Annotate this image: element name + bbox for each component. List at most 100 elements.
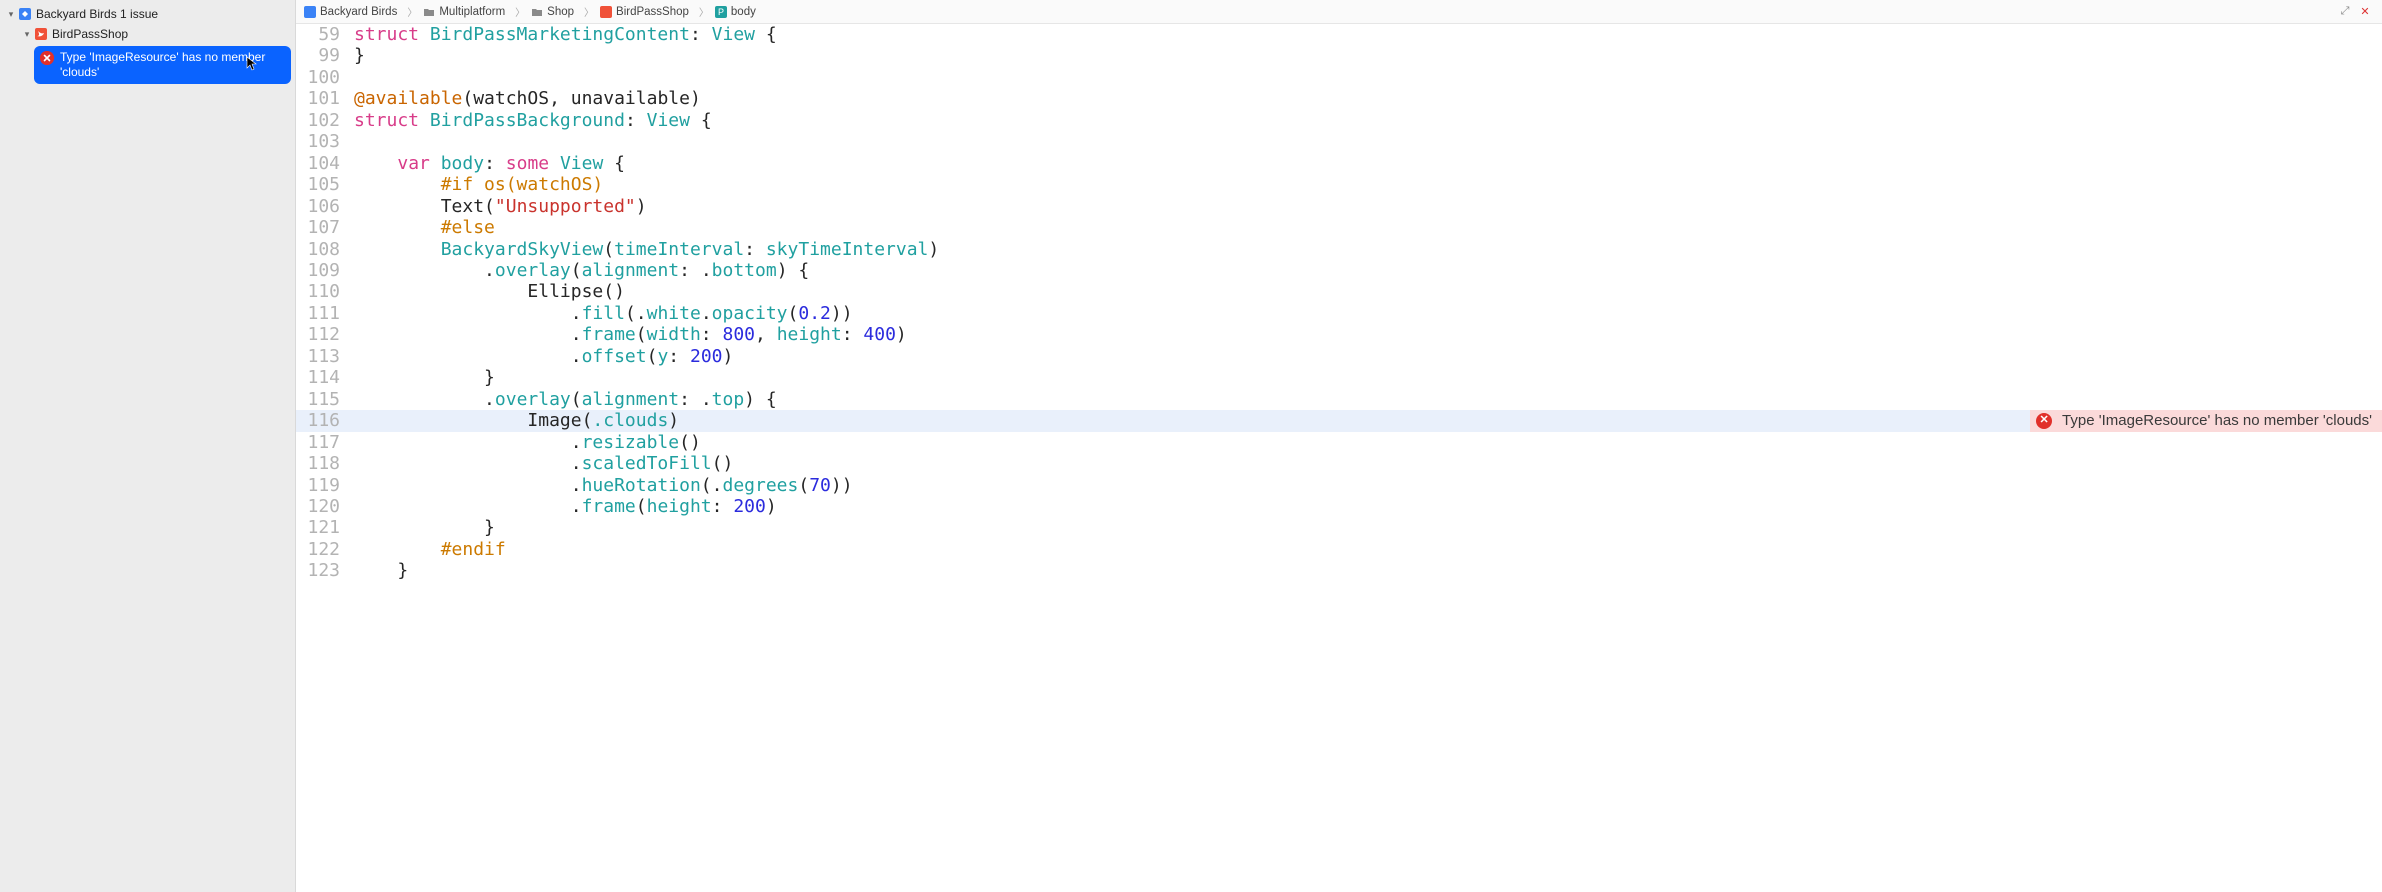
code-line[interactable]: 120 .frame(height: 200) [296, 496, 2382, 517]
code-content[interactable]: .overlay(alignment: .top) { [354, 389, 777, 410]
code-line[interactable]: 101@available(watchOS, unavailable) [296, 88, 2382, 109]
code-line[interactable]: 103 [296, 131, 2382, 152]
crumb-2[interactable]: Shop 〉 [531, 4, 600, 19]
code-content[interactable]: } [354, 560, 408, 581]
code-line[interactable]: 114 } [296, 367, 2382, 388]
crumb-1[interactable]: Multiplatform 〉 [423, 4, 531, 19]
project-issue-row[interactable]: ▾ Backyard Birds 1 issue [0, 4, 295, 24]
code-line[interactable]: 117 .resizable() [296, 432, 2382, 453]
code-line[interactable]: 110 Ellipse() [296, 281, 2382, 302]
code-content[interactable]: BackyardSkyView(timeInterval: skyTimeInt… [354, 239, 939, 260]
code-content[interactable]: struct BirdPassMarketingContent: View { [354, 24, 777, 45]
code-line[interactable]: 118 .scaledToFill() [296, 453, 2382, 474]
code-content[interactable]: struct BirdPassBackground: View { [354, 110, 712, 131]
chevron-down-icon[interactable]: ▾ [22, 29, 32, 39]
code-content[interactable]: #else [354, 217, 495, 238]
code-content[interactable]: Ellipse() [354, 281, 625, 302]
file-group-label: BirdPassShop [52, 27, 128, 41]
code-content[interactable]: .overlay(alignment: .bottom) { [354, 260, 809, 281]
code-content[interactable]: } [354, 367, 495, 388]
line-number: 115 [296, 389, 354, 410]
code-content[interactable]: #endif [354, 539, 506, 560]
line-number: 59 [296, 24, 354, 45]
inline-error-message: Type 'ImageResource' has no member 'clou… [2062, 410, 2372, 431]
code-content[interactable]: } [354, 517, 495, 538]
code-content[interactable]: .hueRotation(.degrees(70)) [354, 475, 853, 496]
code-line[interactable]: 107 #else [296, 217, 2382, 238]
issue-message: Type 'ImageResource' has no member 'clou… [60, 50, 283, 80]
swift-icon [600, 6, 612, 18]
crumb-label: Shop [547, 6, 574, 18]
expand-icon[interactable]: ⤢ [2338, 5, 2352, 19]
code-line[interactable]: 122 #endif [296, 539, 2382, 560]
code-line[interactable]: 115 .overlay(alignment: .top) { [296, 389, 2382, 410]
line-number: 117 [296, 432, 354, 453]
code-line[interactable]: 99} [296, 45, 2382, 66]
code-line[interactable]: 108 BackyardSkyView(timeInterval: skyTim… [296, 239, 2382, 260]
chevron-right-icon: 〉 [584, 4, 594, 19]
line-number: 123 [296, 560, 354, 581]
code-line[interactable]: 106 Text("Unsupported") [296, 196, 2382, 217]
code-content[interactable]: } [354, 45, 365, 66]
code-content[interactable]: .scaledToFill() [354, 453, 733, 474]
code-content[interactable]: .frame(height: 200) [354, 496, 777, 517]
chevron-down-icon[interactable]: ▾ [6, 9, 16, 19]
code-line[interactable]: 123 } [296, 560, 2382, 581]
code-editor[interactable]: 59struct BirdPassMarketingContent: View … [296, 24, 2382, 892]
crumb-label: BirdPassShop [616, 6, 689, 18]
line-number: 112 [296, 324, 354, 345]
property-icon: P [715, 6, 727, 18]
code-line[interactable]: 116 Image(.clouds) ✕Type 'ImageResource' … [296, 410, 2382, 431]
line-number: 118 [296, 453, 354, 474]
code-line[interactable]: 112 .frame(width: 800, height: 400) [296, 324, 2382, 345]
issue-navigator-sidebar: ▾ Backyard Birds 1 issue ▾ BirdPassShop … [0, 0, 296, 892]
crumb-4[interactable]: P body [715, 6, 756, 18]
code-line[interactable]: 119 .hueRotation(.degrees(70)) [296, 475, 2382, 496]
line-number: 105 [296, 174, 354, 195]
code-line[interactable]: 109 .overlay(alignment: .bottom) { [296, 260, 2382, 281]
code-line[interactable]: 105 #if os(watchOS) [296, 174, 2382, 195]
code-content[interactable]: #if os(watchOS) [354, 174, 603, 195]
inline-error-banner[interactable]: ✕Type 'ImageResource' has no member 'clo… [2030, 410, 2382, 431]
line-number: 104 [296, 153, 354, 174]
crumb-0[interactable]: Backyard Birds 〉 [304, 4, 423, 19]
file-group-row[interactable]: ▾ BirdPassShop [0, 24, 295, 44]
close-icon[interactable]: ✕ [2358, 5, 2372, 19]
chevron-right-icon: 〉 [407, 4, 417, 19]
line-number: 116 [296, 410, 354, 431]
code-line[interactable]: 111 .fill(.white.opacity(0.2)) [296, 303, 2382, 324]
code-content[interactable]: var body: some View { [354, 153, 625, 174]
line-number: 100 [296, 67, 354, 88]
code-content[interactable]: .resizable() [354, 432, 701, 453]
line-number: 113 [296, 346, 354, 367]
code-content[interactable]: .frame(width: 800, height: 400) [354, 324, 907, 345]
line-number: 110 [296, 281, 354, 302]
crumb-label: body [731, 6, 756, 18]
code-line[interactable]: 102struct BirdPassBackground: View { [296, 110, 2382, 131]
code-content[interactable]: @available(watchOS, unavailable) [354, 88, 701, 109]
line-number: 114 [296, 367, 354, 388]
swift-file-icon [34, 27, 48, 41]
code-content[interactable]: Image(.clouds) [354, 410, 679, 431]
line-number: 103 [296, 131, 354, 152]
chevron-right-icon: 〉 [515, 4, 525, 19]
issue-error-item[interactable]: Type 'ImageResource' has no member 'clou… [34, 46, 291, 84]
code-content[interactable]: Text("Unsupported") [354, 196, 647, 217]
code-line[interactable]: 113 .offset(y: 200) [296, 346, 2382, 367]
line-number: 107 [296, 217, 354, 238]
line-number: 120 [296, 496, 354, 517]
svg-text:P: P [718, 7, 724, 17]
folder-icon [423, 6, 435, 18]
project-icon [18, 7, 32, 21]
crumb-3[interactable]: BirdPassShop 〉 [600, 4, 715, 19]
line-number: 101 [296, 88, 354, 109]
code-content[interactable]: .fill(.white.opacity(0.2)) [354, 303, 853, 324]
code-line[interactable]: 100 [296, 67, 2382, 88]
line-number: 106 [296, 196, 354, 217]
code-content[interactable]: .offset(y: 200) [354, 346, 733, 367]
crumb-label: Backyard Birds [320, 6, 397, 18]
code-line[interactable]: 121 } [296, 517, 2382, 538]
line-number: 122 [296, 539, 354, 560]
code-line[interactable]: 104 var body: some View { [296, 153, 2382, 174]
code-line[interactable]: 59struct BirdPassMarketingContent: View … [296, 24, 2382, 45]
